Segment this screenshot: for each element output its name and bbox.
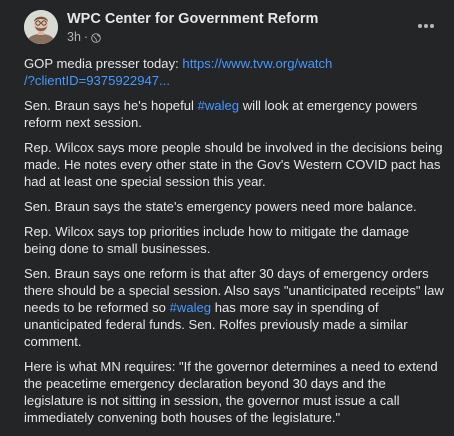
post-paragraph-2: Sen. Braun says he's hopeful #waleg will… [24,97,444,131]
video-link-part-2[interactable]: /?clientID=9375922947... [24,73,170,88]
post-paragraph-3: Rep. Wilcox says more people should be i… [24,140,443,189]
more-options-icon[interactable] [412,12,440,40]
post-timestamp[interactable]: 3h [67,30,81,44]
globe-icon[interactable] [91,32,101,43]
post-paragraph-6: Sen. Braun says one reform is that after… [24,265,444,350]
video-link-part-1[interactable]: https://www.tvw.org/watch [182,56,332,71]
meta-separator: · [83,30,89,44]
paragraph-text: GOP media presser today: [24,56,183,71]
post-paragraph-1: GOP media presser today: https://www.tvw… [24,55,444,89]
paragraph-text: Sen. Braun says he's hopeful [24,98,198,113]
hashtag-link[interactable]: #waleg [198,98,240,113]
post-paragraph-4: Sen. Braun says the state's emergency po… [24,199,417,214]
post-paragraph-5: Rep. Wilcox says top priorities include … [24,224,409,256]
page-avatar[interactable] [24,10,58,44]
avatar-photo [24,10,58,44]
hashtag-link[interactable]: #waleg [170,300,212,315]
post-meta: 3h · [67,30,101,44]
page-name[interactable]: WPC Center for Government Reform [67,11,318,27]
post-paragraph-7: Here is what MN requires: "If the govern… [24,359,438,425]
post-content: GOP media presser today: https://www.tvw… [24,55,444,434]
facebook-post: WPC Center for Government Reform 3h · GO… [0,0,454,436]
